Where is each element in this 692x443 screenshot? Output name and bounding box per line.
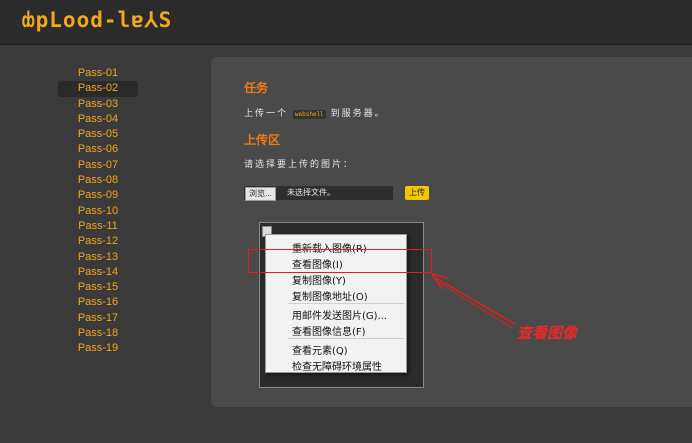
annotation-label: 查看图像 xyxy=(517,324,578,342)
annotation-arrow xyxy=(430,272,516,329)
